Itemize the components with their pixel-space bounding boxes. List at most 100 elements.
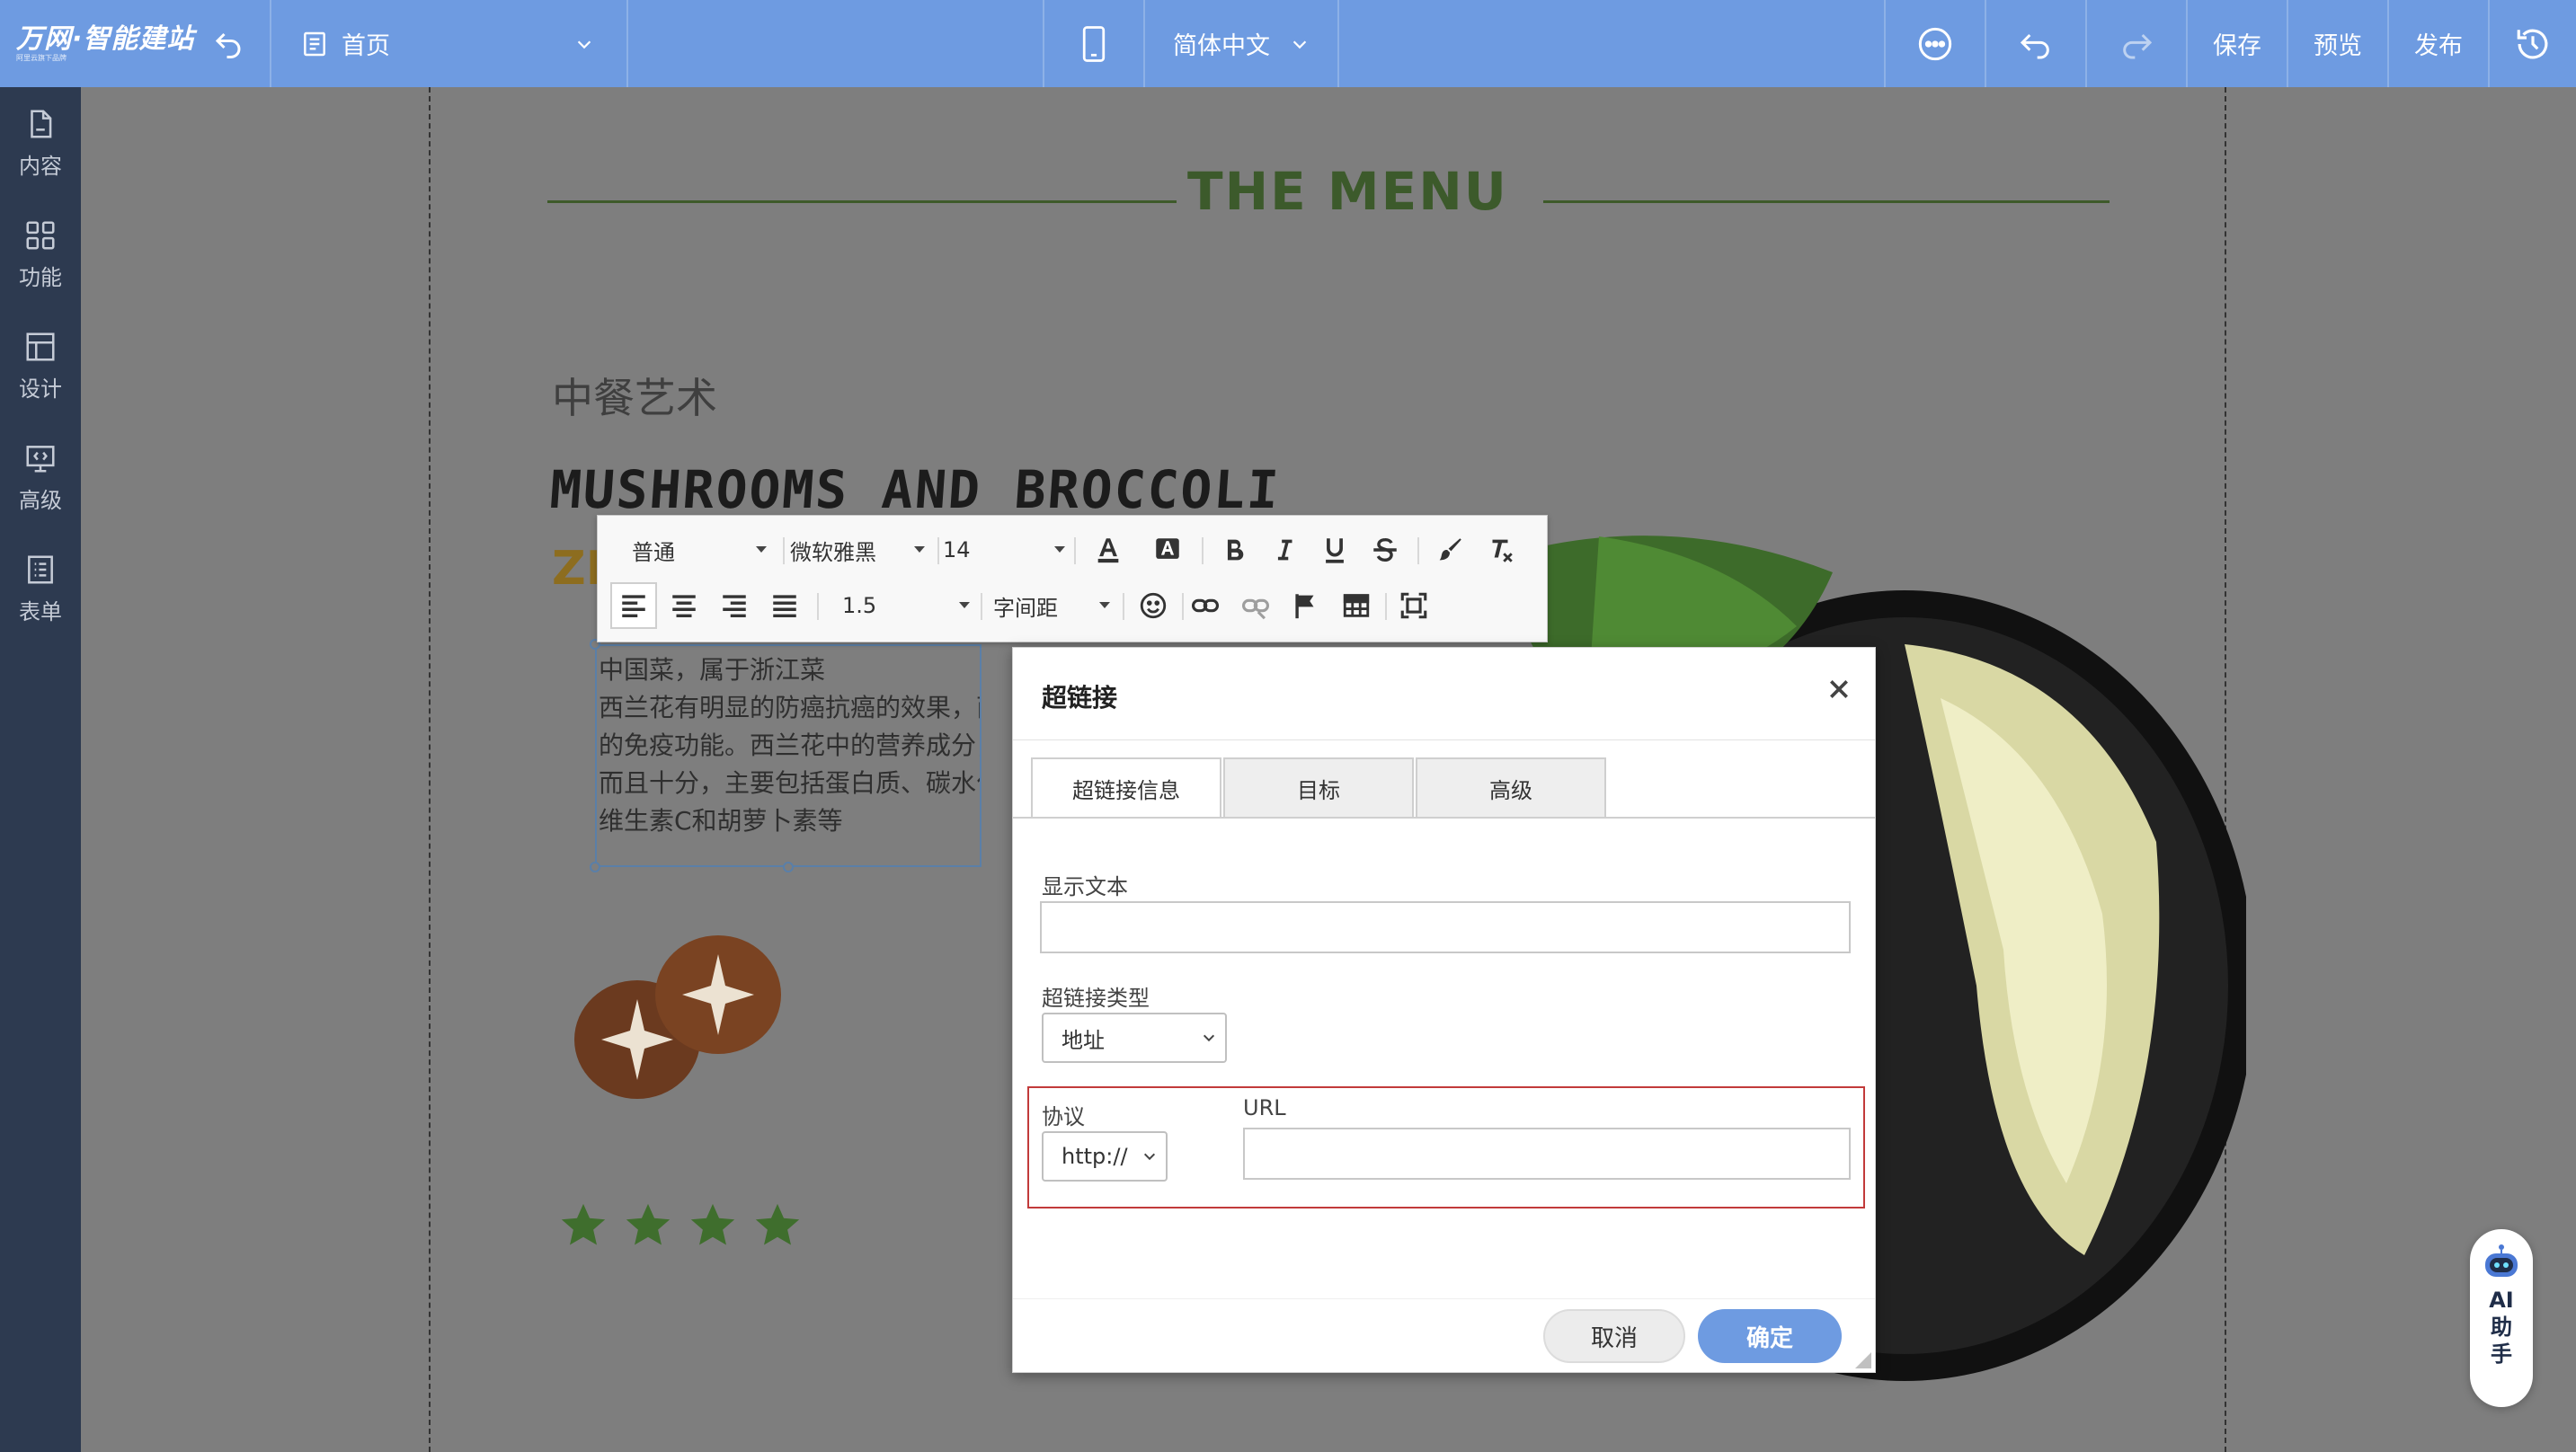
page-icon: [304, 31, 325, 56]
display-text-input[interactable]: [1040, 901, 1851, 953]
line-height-select[interactable]: 1.5: [842, 588, 970, 624]
publish-button[interactable]: 发布: [2389, 0, 2488, 87]
dialog-title: 超链接: [1042, 683, 1118, 713]
description-line: 的免疫功能。西兰花中的营养成分，不: [599, 730, 980, 760]
resize-handle[interactable]: [783, 862, 794, 872]
link-type-select[interactable]: 地址: [1042, 1013, 1227, 1063]
link-icon: [1191, 598, 1220, 613]
menu-title[interactable]: THE MENU: [1187, 161, 1508, 222]
table-icon: [1343, 594, 1370, 617]
language-select[interactable]: 简体中文: [1145, 0, 1337, 87]
confirm-button[interactable]: 确定: [1698, 1309, 1842, 1363]
bold-icon: [1227, 539, 1244, 561]
resize-handle[interactable]: [590, 862, 600, 872]
mushrooms-image: [574, 935, 781, 1099]
sidebar-item-label: 高级: [19, 487, 62, 513]
star-icon: [626, 1203, 671, 1245]
page-select-value: 首页: [342, 32, 390, 60]
sidebar-item-features[interactable]: 功能: [0, 199, 81, 310]
undo-icon: [2020, 33, 2049, 58]
cancel-button[interactable]: 取消: [1543, 1309, 1685, 1363]
left-sidebar: 内容 功能 设计 高级 表单: [0, 87, 81, 1452]
sidebar-item-form[interactable]: 表单: [0, 533, 81, 644]
insert-link-button[interactable]: [1186, 586, 1225, 625]
sidebar-item-label: 功能: [19, 264, 62, 290]
tab-target[interactable]: 目标: [1223, 757, 1414, 819]
more-button[interactable]: [1886, 0, 1985, 87]
sidebar-item-content[interactable]: 内容: [0, 87, 81, 199]
chevron-down-icon: [1143, 1153, 1156, 1161]
align-right-button[interactable]: [715, 586, 754, 625]
display-text-label: 显示文本: [1042, 874, 1128, 899]
fullscreen-icon: [1400, 592, 1427, 619]
protocol-select[interactable]: http://: [1042, 1131, 1168, 1182]
undo-button[interactable]: [1986, 0, 2085, 87]
dialog-tabs: 超链接信息 目标 高级: [1031, 757, 1858, 819]
font-size-select[interactable]: 14: [943, 532, 1065, 568]
rich-text-toolbar: 普通 微软雅黑 14 1.5 字间距: [597, 515, 1548, 642]
more-icon: [1918, 27, 1952, 60]
font-color-icon: [1097, 538, 1119, 563]
description-line: 而且十分，主要包括蛋白质、碳水化合: [599, 768, 980, 798]
close-icon: [1830, 680, 1848, 698]
robot-icon: [2485, 1244, 2518, 1277]
exit-icon[interactable]: [212, 29, 244, 61]
font-color-button[interactable]: [1088, 530, 1128, 570]
history-button[interactable]: [2490, 0, 2576, 87]
dish-title-english[interactable]: MUSHROOMS AND BROCCOLI: [548, 459, 1283, 520]
sidebar-item-design[interactable]: 设计: [0, 310, 81, 421]
background-color-button[interactable]: [1148, 530, 1187, 570]
sidebar-item-label: 设计: [19, 376, 62, 402]
letter-spacing-select[interactable]: 字间距: [993, 588, 1110, 624]
tab-link-info[interactable]: 超链接信息: [1031, 757, 1221, 819]
document-icon: [31, 109, 52, 138]
star-icon: [561, 1203, 606, 1245]
redo-button[interactable]: [2087, 0, 2186, 87]
emoji-button[interactable]: [1133, 586, 1173, 625]
italic-button[interactable]: [1265, 530, 1304, 570]
star-icon: [690, 1203, 735, 1245]
underline-button[interactable]: [1315, 530, 1355, 570]
unlink-button[interactable]: [1236, 586, 1275, 625]
link-type-value: 地址: [1061, 1027, 1105, 1053]
fullscreen-button[interactable]: [1394, 586, 1434, 625]
align-left-button[interactable]: [610, 582, 657, 629]
protocol-label: 协议: [1042, 1104, 1085, 1129]
insert-table-button[interactable]: [1337, 586, 1376, 625]
brand-logo-text: 万网·智能建站: [16, 22, 195, 55]
format-painter-button[interactable]: [1430, 530, 1470, 570]
chevron-down-icon: [1203, 1034, 1215, 1042]
paragraph-format-select[interactable]: 普通: [632, 532, 767, 568]
chevron-down-icon: [1292, 40, 1307, 49]
dialog-close-button[interactable]: [1823, 673, 1855, 705]
strikethrough-button[interactable]: [1365, 530, 1405, 570]
clear-format-button[interactable]: [1480, 530, 1520, 570]
tab-advanced[interactable]: 高级: [1416, 757, 1606, 819]
font-family-select[interactable]: 微软雅黑: [790, 532, 925, 568]
description-text-block[interactable]: 中国菜，属于浙江菜 西兰花有明显的防癌抗癌的效果，西兰 的免疫功能。西兰花中的营…: [595, 644, 982, 867]
save-button[interactable]: 保存: [2188, 0, 2287, 87]
device-mobile-button[interactable]: [1044, 0, 1143, 87]
preview-button[interactable]: 预览: [2288, 0, 2387, 87]
ai-assistant-label: AI助手: [2489, 1288, 2514, 1367]
menu-title-divider-right: [1543, 200, 2110, 203]
bold-button[interactable]: [1214, 530, 1254, 570]
url-label: URL: [1243, 1095, 1286, 1120]
background-color-icon: [1156, 538, 1179, 559]
emoji-icon: [1140, 592, 1167, 619]
description-line: 中国菜，属于浙江菜: [599, 655, 826, 685]
mobile-icon: [1082, 25, 1106, 62]
chevron-down-icon: [577, 40, 591, 49]
sidebar-item-advanced[interactable]: 高级: [0, 421, 81, 533]
underline-icon: [1326, 538, 1344, 563]
dialog-resize-handle[interactable]: [1855, 1352, 1871, 1368]
anchor-button[interactable]: [1286, 586, 1326, 625]
url-input[interactable]: [1243, 1128, 1851, 1180]
star-rating: [556, 1200, 804, 1252]
section-title-chinese[interactable]: 中餐艺术: [552, 366, 717, 425]
page-select[interactable]: 首页: [271, 0, 626, 87]
history-icon: [2517, 29, 2548, 58]
ai-assistant-button[interactable]: AI助手: [2470, 1229, 2533, 1407]
align-center-button[interactable]: [664, 586, 704, 625]
align-justify-button[interactable]: [765, 586, 804, 625]
